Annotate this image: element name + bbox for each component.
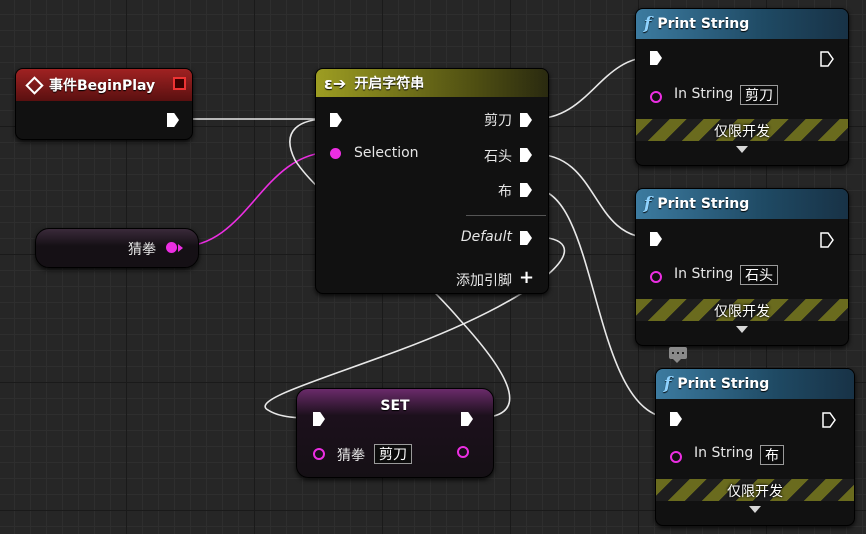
variable-getter-node[interactable]: 猜拳	[35, 228, 199, 268]
set-string-out-pin[interactable]	[457, 446, 469, 458]
comment-bubble-icon[interactable]	[669, 347, 687, 363]
add-pin-icon[interactable]: +	[519, 269, 534, 287]
dev-only-label-2: 仅限开发	[714, 304, 770, 320]
print2-exec-in-pin[interactable]	[650, 232, 662, 246]
function-icon: f	[644, 194, 652, 214]
default-divider	[466, 215, 546, 216]
function-icon: f	[664, 374, 672, 394]
set-string-in-pin[interactable]	[313, 448, 325, 460]
event-title: 事件BeginPlay	[49, 78, 156, 94]
print1-string-in-pin[interactable]	[650, 91, 662, 103]
chevron-down-icon[interactable]	[736, 326, 748, 333]
event-delegate-pin[interactable]	[173, 77, 186, 90]
print-title-1: Print String	[657, 16, 750, 32]
exec-out-default-pin[interactable]	[520, 231, 532, 245]
string-out-pin[interactable]	[166, 242, 177, 253]
switch-header[interactable]: ε➔ 开启字符串	[316, 69, 548, 97]
print-title-3: Print String	[677, 376, 770, 392]
exec-out-shitou-pin[interactable]	[520, 148, 532, 162]
print-string-node-2[interactable]: f Print String In String 石头 仅限开发	[635, 188, 849, 346]
print3-exec-out-pin[interactable]	[822, 412, 836, 428]
output-label-shitou: 石头	[484, 149, 512, 165]
chevron-down-icon[interactable]	[736, 146, 748, 153]
output-label-jiandao: 剪刀	[484, 113, 512, 129]
set-variable-node[interactable]: SET 猜拳 剪刀	[296, 388, 494, 478]
output-label-bu: 布	[498, 184, 512, 200]
default-label: Default	[460, 229, 512, 245]
set-value-field[interactable]: 剪刀	[374, 444, 412, 464]
exec-in-pin[interactable]	[330, 113, 342, 127]
print2-value-field[interactable]: 石头	[740, 265, 778, 285]
print-string-node-3[interactable]: f Print String In String 布 仅限开发	[655, 368, 855, 526]
dev-only-label-3: 仅限开发	[727, 484, 783, 500]
print3-string-in-pin[interactable]	[670, 451, 682, 463]
selection-label: Selection	[354, 145, 419, 161]
event-beginplay-node[interactable]: 事件BeginPlay	[15, 68, 193, 140]
print2-in-label: In String	[674, 266, 734, 282]
print-header-3[interactable]: f Print String	[656, 369, 854, 399]
print1-exec-in-pin[interactable]	[650, 51, 662, 65]
chevron-down-icon[interactable]	[749, 506, 761, 513]
set-title: SET	[380, 398, 410, 414]
function-icon: f	[644, 14, 652, 34]
dev-only-label-1: 仅限开发	[714, 124, 770, 140]
print-string-node-1[interactable]: f Print String In String 剪刀 仅限开发	[635, 8, 849, 166]
event-header[interactable]: 事件BeginPlay	[16, 69, 192, 101]
print1-exec-out-pin[interactable]	[820, 51, 834, 67]
exec-out-jiandao-pin[interactable]	[520, 113, 532, 127]
add-pin-label[interactable]: 添加引脚	[456, 270, 512, 290]
switch-on-string-node[interactable]: ε➔ 开启字符串 Selection 剪刀 石头 布 Default 添加引脚 …	[315, 68, 549, 294]
print-header-2[interactable]: f Print String	[636, 189, 848, 219]
print2-exec-out-pin[interactable]	[820, 232, 834, 248]
print-title-2: Print String	[657, 196, 750, 212]
print1-value-field[interactable]: 剪刀	[740, 85, 778, 105]
print2-string-in-pin[interactable]	[650, 271, 662, 283]
exec-out-pin[interactable]	[167, 113, 179, 127]
set-var-label: 猜拳	[337, 448, 365, 464]
print3-in-label: In String	[694, 445, 754, 461]
string-out-arrow	[178, 244, 183, 252]
print3-value-field[interactable]: 布	[760, 445, 784, 465]
variable-label: 猜拳	[128, 242, 156, 258]
switch-title: 开启字符串	[354, 76, 425, 92]
exec-out-bu-pin[interactable]	[520, 183, 532, 197]
print-header-1[interactable]: f Print String	[636, 9, 848, 39]
event-diamond-icon	[25, 75, 44, 95]
selection-pin[interactable]	[330, 148, 341, 159]
switch-icon: ε➔	[324, 73, 347, 93]
print3-exec-in-pin[interactable]	[670, 412, 682, 426]
print1-in-label: In String	[674, 86, 734, 102]
string-wire-var-selection	[177, 151, 334, 248]
